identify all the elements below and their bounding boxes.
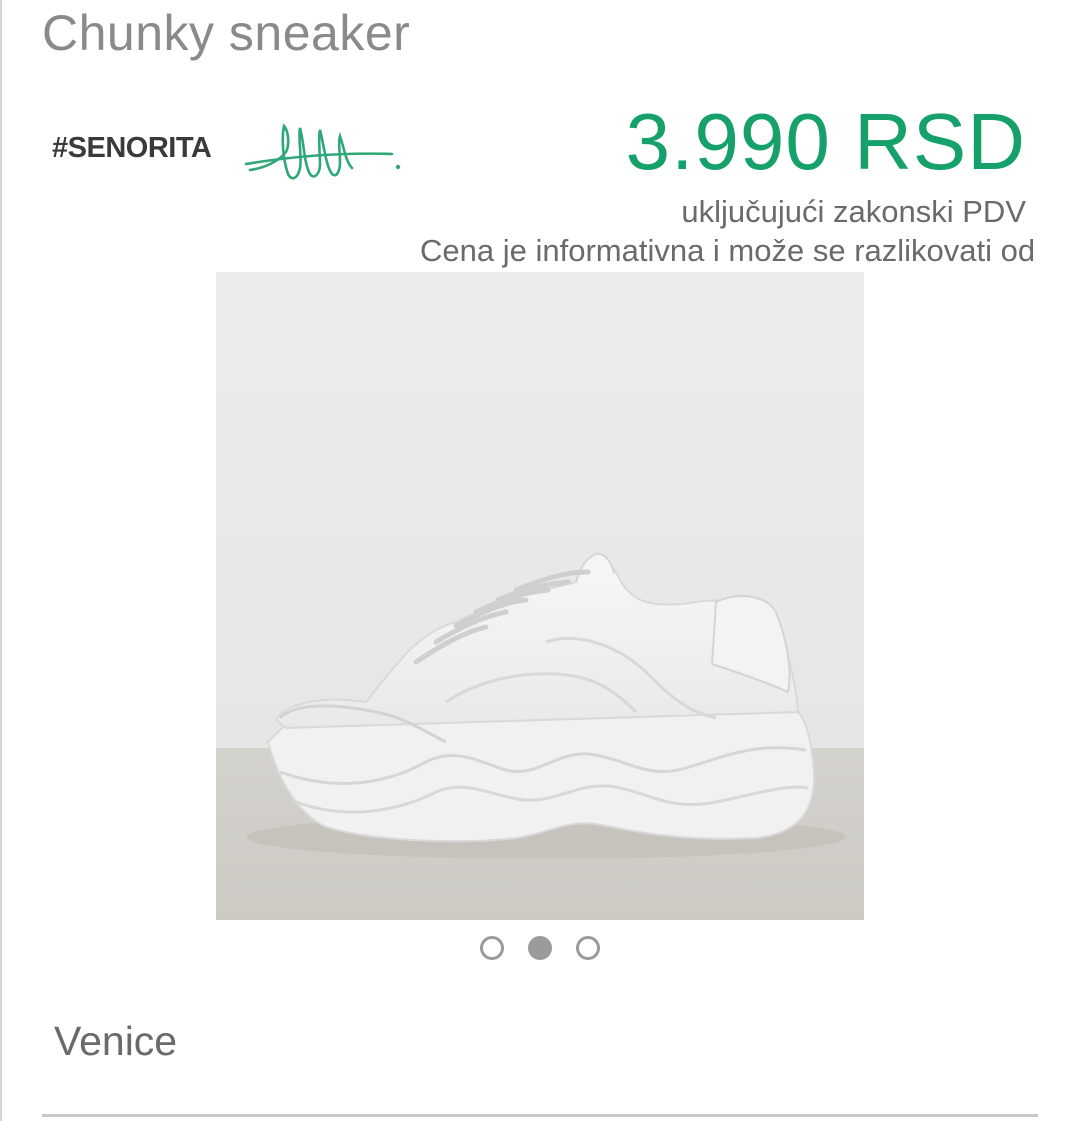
screen-left-edge	[0, 0, 2, 1121]
brand-name: #SENORITA	[52, 132, 212, 164]
color-name: Venice	[54, 1018, 178, 1064]
brand-logo[interactable]: #SENORITA	[52, 112, 412, 192]
brand-signature-icon	[244, 123, 401, 180]
section-divider	[42, 1114, 1038, 1117]
gallery-pagination	[478, 934, 608, 964]
sneaker-photo-icon	[216, 272, 864, 920]
product-price: 3.990 RSD	[625, 97, 1026, 186]
gallery-dot-1[interactable]	[480, 936, 504, 960]
vat-note: uključujući zakonski PDV	[681, 194, 1026, 229]
product-title: Chunky sneaker	[42, 5, 411, 61]
product-image[interactable]	[216, 272, 864, 920]
price-info-note: Cena je informativna i može se razlikova…	[420, 233, 1036, 268]
gallery-dot-2-active[interactable]	[528, 936, 552, 960]
gallery-dot-3[interactable]	[576, 936, 600, 960]
